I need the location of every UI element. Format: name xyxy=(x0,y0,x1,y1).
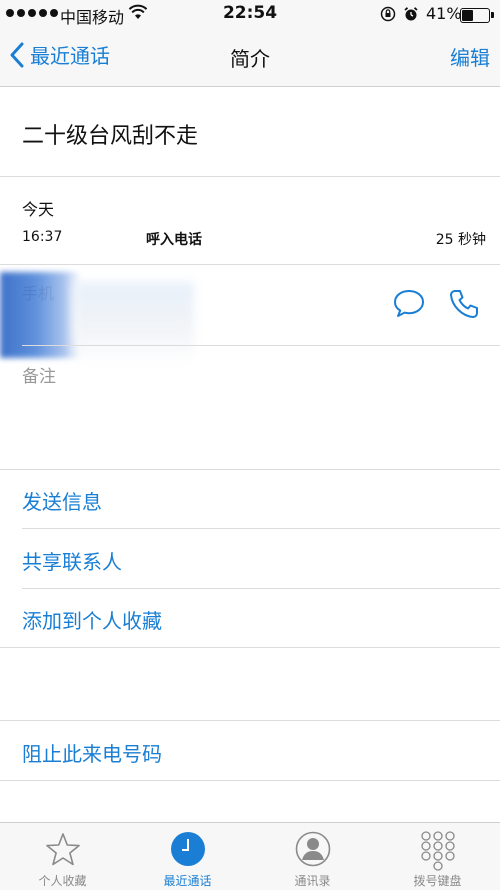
divider xyxy=(0,780,500,781)
status-bar: 中国移动 22:54 41% xyxy=(0,0,500,28)
contacts-icon xyxy=(295,831,330,867)
keypad-icon xyxy=(420,831,455,871)
call-date: 今天 xyxy=(22,200,55,219)
status-time: 22:54 xyxy=(222,3,278,23)
divider xyxy=(22,528,500,529)
tab-contacts[interactable]: 通讯录 xyxy=(250,823,375,890)
divider xyxy=(0,176,500,177)
navigation-bar: 最近通话 简介 编辑 xyxy=(0,28,500,87)
divider xyxy=(0,647,500,648)
divider xyxy=(0,720,500,721)
edit-button[interactable]: 编辑 xyxy=(450,42,490,71)
alarm-icon xyxy=(404,7,418,21)
clock-icon xyxy=(170,832,205,866)
tab-keypad[interactable]: 拨号键盘 xyxy=(375,823,500,890)
block-caller-button[interactable]: 阻止此来电号码 xyxy=(22,738,162,767)
tab-favorites-label: 个人收藏 xyxy=(38,874,87,888)
phone-call-icon[interactable] xyxy=(448,288,480,320)
call-time: 16:37 xyxy=(22,229,63,245)
divider xyxy=(0,264,500,265)
call-type: 呼入电话 xyxy=(146,232,202,248)
redaction-blur xyxy=(74,282,194,364)
orientation-lock-icon xyxy=(380,6,396,22)
tab-favorites[interactable]: 个人收藏 xyxy=(0,823,125,890)
divider xyxy=(22,588,500,589)
call-duration: 25 秒钟 xyxy=(435,232,486,248)
tab-recents[interactable]: 最近通话 xyxy=(125,823,250,890)
divider xyxy=(0,469,500,470)
notes-field[interactable]: 备注 xyxy=(22,362,56,387)
tab-recents-label: 最近通话 xyxy=(163,874,212,888)
contact-name: 二十级台风刮不走 xyxy=(22,124,199,149)
tab-contacts-label: 通讯录 xyxy=(294,874,331,888)
message-icon[interactable] xyxy=(392,288,426,318)
divider xyxy=(22,345,500,346)
tab-bar: 个人收藏 最近通话 通讯录 拨号键盘 xyxy=(0,822,500,890)
add-to-favorites-button[interactable]: 添加到个人收藏 xyxy=(22,605,162,634)
page-title: 简介 xyxy=(230,47,270,71)
tab-keypad-label: 拨号键盘 xyxy=(413,874,462,888)
share-contact-button[interactable]: 共享联系人 xyxy=(22,546,122,575)
send-message-button[interactable]: 发送信息 xyxy=(22,486,102,515)
star-icon xyxy=(45,833,80,866)
battery-icon xyxy=(460,8,494,23)
battery-percentage: 41% xyxy=(426,4,462,23)
